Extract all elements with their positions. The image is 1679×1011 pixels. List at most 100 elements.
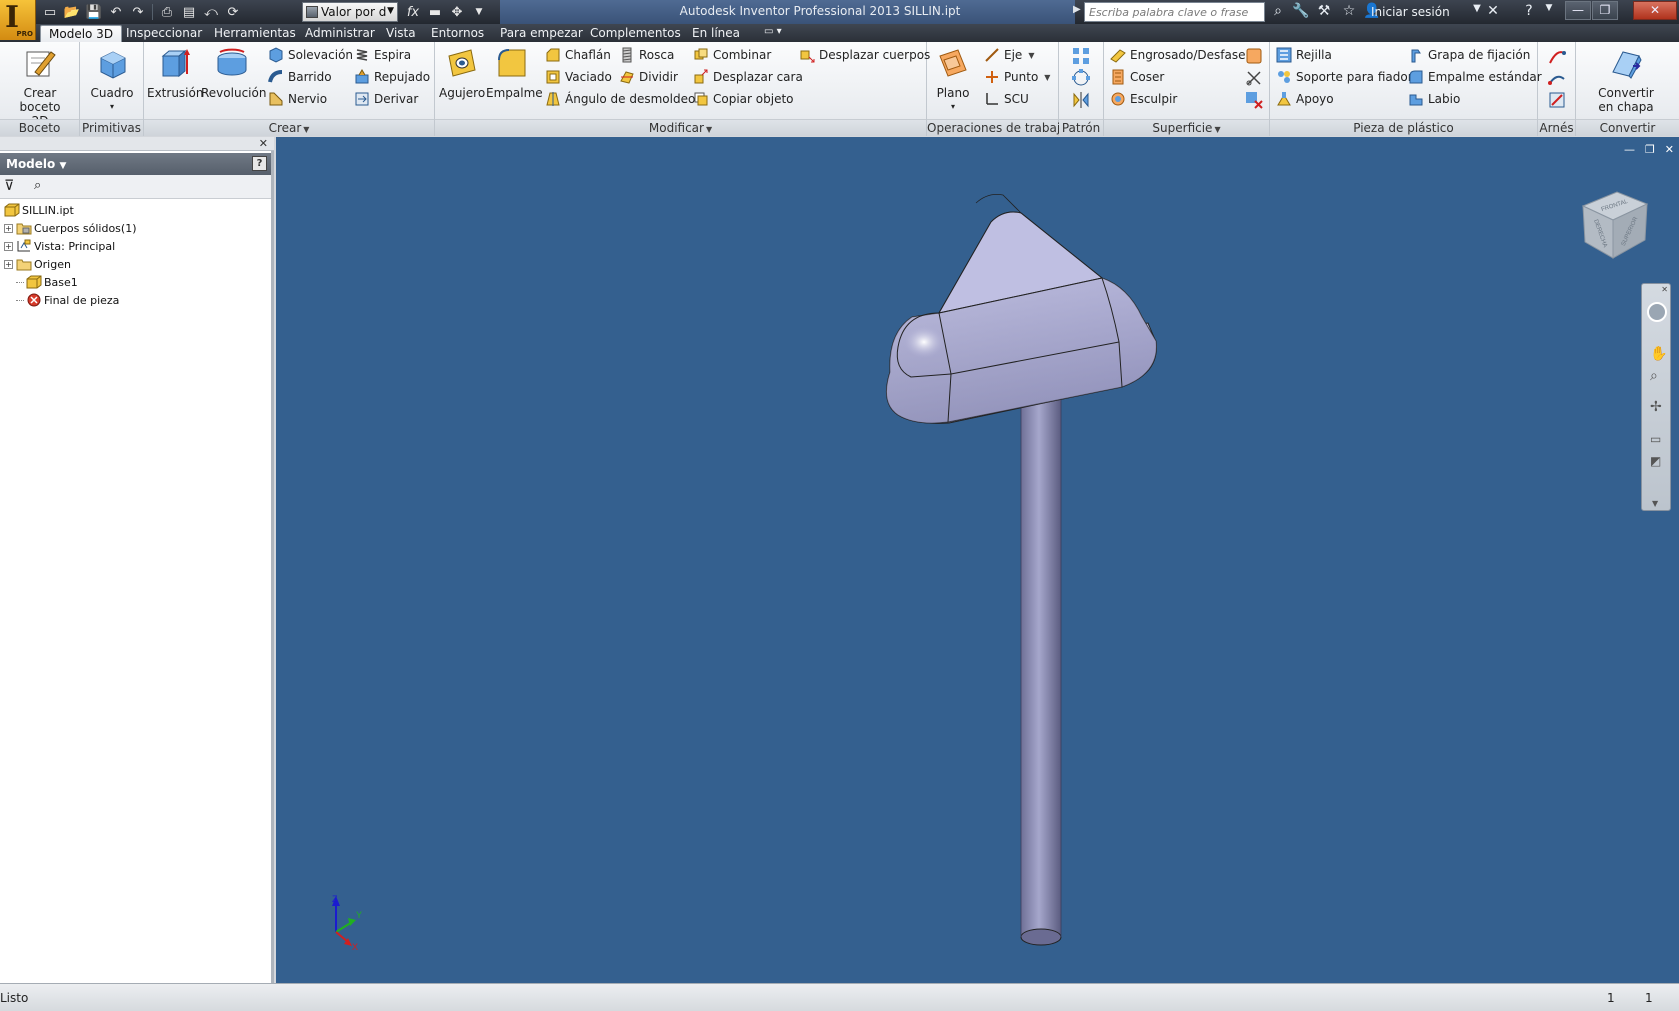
panel-label-superficie[interactable]: Superficie ▼ [1104, 119, 1269, 136]
plano-button[interactable]: Plano ▾ [931, 46, 975, 114]
scu-button[interactable]: SCU [984, 89, 1029, 109]
revolucion-button[interactable]: Revolución [201, 46, 266, 100]
harness-icon-3[interactable] [1547, 90, 1567, 110]
desplazar-cuerpos-button[interactable]: Desplazar cuerpos [799, 45, 930, 65]
tab-complementos[interactable]: Complementos [582, 25, 689, 42]
ribbon-options-icon[interactable]: ▭ ▾ [756, 25, 790, 42]
measure-icon[interactable]: ▬ [425, 3, 445, 21]
seat-post[interactable] [1020, 387, 1062, 946]
chevron-down-icon[interactable]: ▼ [1540, 3, 1558, 21]
new-file-icon[interactable]: ▭ [40, 3, 60, 21]
tab-administrar[interactable]: Administrar [297, 25, 383, 42]
save-icon[interactable]: 💾 [84, 3, 104, 21]
agujero-button[interactable]: Agujero [439, 46, 485, 100]
fx-parameters-icon[interactable]: fx [403, 3, 423, 21]
binoculars-icon[interactable]: ⌕ [1269, 3, 1287, 21]
punto-button[interactable]: Punto ▼ [984, 67, 1050, 87]
harness-icon-1[interactable] [1547, 46, 1567, 66]
angulo-desmoldeo-button[interactable]: Ángulo de desmoldeo [545, 89, 695, 109]
crear-boceto-button[interactable]: Crear boceto 2D [4, 46, 76, 128]
orbit-icon[interactable]: ✢ [1650, 399, 1662, 415]
convertir-chapa-button[interactable]: Convertir en chapa [1580, 46, 1672, 114]
combinar-button[interactable]: Combinar [693, 45, 771, 65]
filter-icon[interactable]: ⊽ [4, 178, 14, 194]
tree-item-origen[interactable]: + Origen [4, 255, 71, 273]
exchange-icon[interactable]: ✕ [1484, 3, 1502, 21]
empalme-estandar-button[interactable]: Empalme estándar [1408, 67, 1542, 87]
redo-icon[interactable]: ↷ [128, 3, 148, 21]
undo-icon[interactable]: ↶ [106, 3, 126, 21]
close-icon[interactable]: ✕ [259, 137, 268, 150]
soporte-fiador-button[interactable]: Soporte para fiador [1276, 67, 1413, 87]
mirror-icon[interactable] [1071, 90, 1091, 110]
view-face-icon[interactable]: ◩ [1650, 454, 1661, 468]
tree-item-part[interactable]: SILLIN.ipt [4, 201, 74, 219]
tools-icon[interactable]: ⚒ [1315, 3, 1333, 21]
minimize-button[interactable]: — [1565, 1, 1591, 20]
tab-herramientas[interactable]: Herramientas [206, 25, 304, 42]
close-icon[interactable]: ✕ [1661, 285, 1668, 294]
vaciado-button[interactable]: Vaciado [545, 67, 612, 87]
tab-para-empezar[interactable]: Para empezar [492, 25, 591, 42]
grapa-fijacion-button[interactable]: Grapa de fijación [1408, 45, 1530, 65]
circular-pattern-icon[interactable] [1071, 68, 1091, 88]
tree-item-vista-principal[interactable]: + Vista: Principal [4, 237, 115, 255]
trim-icon[interactable] [1244, 68, 1264, 88]
tab-inspeccionar[interactable]: Inspeccionar [118, 25, 210, 42]
properties-icon[interactable]: ▤ [179, 3, 199, 21]
eje-button[interactable]: Eje ▼ [984, 45, 1034, 65]
rejilla-button[interactable]: Rejilla [1276, 45, 1332, 65]
desplazar-cara-button[interactable]: Desplazar cara [693, 67, 803, 87]
delete-face-icon[interactable] [1244, 90, 1264, 110]
derivar-button[interactable]: Derivar [354, 89, 418, 109]
help-icon[interactable]: ? [252, 156, 267, 171]
expand-icon[interactable]: + [4, 223, 13, 233]
tab-en-linea[interactable]: En línea [684, 25, 748, 42]
search-input[interactable]: Escriba palabra clave o frase [1084, 2, 1265, 22]
look-at-icon[interactable]: ▭ [1650, 432, 1661, 446]
esculpir-button[interactable]: Esculpir [1110, 89, 1177, 109]
extrusion-button[interactable]: Extrusión [147, 46, 203, 100]
labio-button[interactable]: Labio [1408, 89, 1460, 109]
solevacion-button[interactable]: Solevación [268, 45, 353, 65]
patch-icon[interactable] [1244, 46, 1264, 66]
customize-icon[interactable]: ▼ [469, 3, 489, 21]
return-icon[interactable]: ⤺ [201, 3, 221, 21]
panel-label-modificar[interactable]: Modificar ▼ [435, 119, 926, 136]
wrench-icon[interactable]: 🔧 [1292, 3, 1310, 21]
close-button[interactable]: ✕ [1633, 1, 1677, 20]
viewcube[interactable]: FRONTAL DERECHA SUPERIOR [1573, 182, 1657, 266]
star-icon[interactable]: ☆ [1340, 3, 1358, 21]
tree-item-final-pieza[interactable]: Final de pieza [16, 291, 119, 309]
app-menu-button[interactable]: I PRO [0, 0, 36, 40]
chevron-right-icon[interactable]: ▶ [1073, 4, 1081, 15]
browser-header[interactable]: Modelo ▼ ? [0, 153, 271, 175]
expand-icon[interactable]: + [4, 241, 13, 251]
engrosado-button[interactable]: Engrosado/Desfase [1110, 45, 1246, 65]
print-icon[interactable]: ⎙ [157, 3, 177, 21]
dividir-button[interactable]: Dividir [619, 67, 678, 87]
harness-icon-2[interactable] [1547, 68, 1567, 88]
copiar-objeto-button[interactable]: Copiar objeto [693, 89, 794, 109]
tab-modelo-3d[interactable]: Modelo 3D [40, 25, 123, 42]
move-icon[interactable]: ✥ [447, 3, 467, 21]
empalme-button[interactable]: Empalme [486, 46, 543, 100]
tab-entornos[interactable]: Entornos [423, 25, 492, 42]
chaflan-button[interactable]: Chaflán [545, 45, 611, 65]
tree-item-cuerpos-solidos[interactable]: + Cuerpos sólidos(1) [4, 219, 136, 237]
tree-item-base1[interactable]: Base1 [16, 273, 78, 291]
binoculars-icon[interactable]: ⌕ [34, 178, 41, 193]
tab-vista[interactable]: Vista [378, 25, 424, 42]
steering-wheel-icon[interactable] [1647, 302, 1667, 322]
rectangular-pattern-icon[interactable] [1071, 46, 1091, 66]
barrido-button[interactable]: Barrido [268, 67, 332, 87]
zoom-icon[interactable]: ⌕ [1650, 368, 1658, 384]
nervio-button[interactable]: Nervio [268, 89, 327, 109]
seat-body[interactable] [885, 193, 1157, 424]
espira-button[interactable]: Espira [354, 45, 411, 65]
expand-icon[interactable]: + [4, 259, 13, 269]
appearance-combo[interactable]: Valor por d ▼ [302, 2, 398, 22]
pan-hand-icon[interactable]: ✋ [1650, 346, 1667, 362]
update-icon[interactable]: ⟳ [223, 3, 243, 21]
coser-button[interactable]: Coser [1110, 67, 1164, 87]
